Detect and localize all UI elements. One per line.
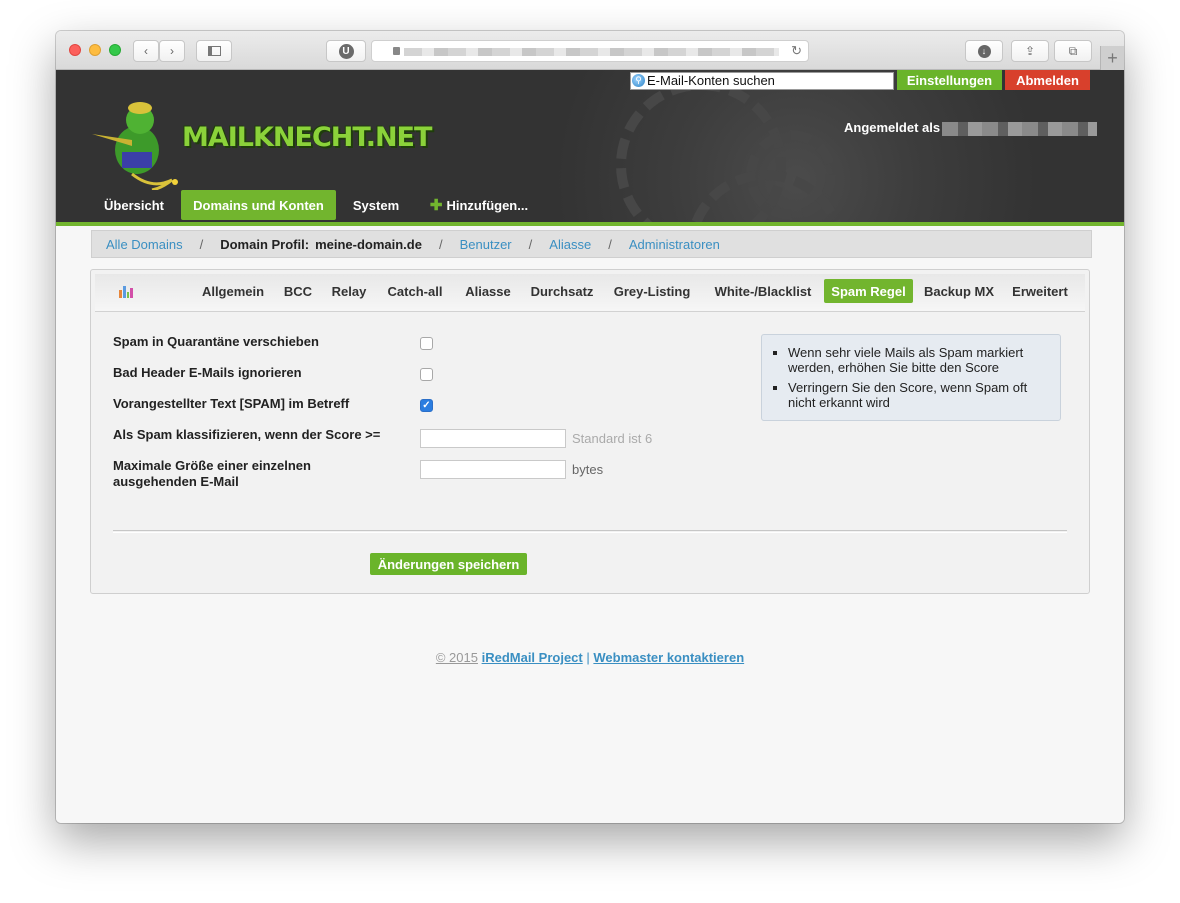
site-logo[interactable]: MAILKNECHT.NET	[92, 90, 432, 190]
logged-in-label: Angemeldet als	[844, 120, 941, 135]
tabs-overview-button[interactable]: ⧉	[1054, 40, 1092, 62]
spam-score-label: Als Spam klassifizieren, wenn der Score …	[113, 427, 381, 442]
downloads-button[interactable]: ↓	[965, 40, 1003, 62]
share-icon: ⇪	[1024, 44, 1036, 58]
quarantine-label: Spam in Quarantäne verschieben	[113, 334, 319, 349]
footer-project-link[interactable]: iRedMail Project	[482, 650, 583, 665]
address-bar[interactable]: ↻	[371, 40, 809, 62]
spam-score-input[interactable]	[420, 429, 566, 448]
save-changes-button[interactable]: Änderungen speichern	[370, 553, 527, 575]
settings-tabs: Allgemein BCC Relay Catch-all Aliasse Du…	[95, 274, 1085, 312]
nav-domains-accounts[interactable]: Domains und Konten	[181, 190, 336, 220]
browser-toolbar: ‹ › U ↻ ↓ ⇪ ⧉ +	[56, 31, 1124, 70]
breadcrumb-users[interactable]: Benutzer	[460, 237, 512, 252]
site-footer: © 2015 iRedMail Project | Webmaster kont…	[56, 650, 1124, 665]
browser-window: ‹ › U ↻ ↓ ⇪ ⧉ + ⚲ E-Mail-Konten suchen E…	[56, 31, 1124, 823]
breadcrumb-admins[interactable]: Administratoren	[629, 237, 720, 252]
chevron-left-icon: ‹	[144, 44, 148, 58]
tab-backup-mx[interactable]: Backup MX	[921, 279, 997, 303]
spam-score-hint: Standard ist 6	[572, 431, 653, 446]
breadcrumb-all-domains[interactable]: Alle Domains	[106, 237, 183, 252]
tab-advanced[interactable]: Erweitert	[1007, 279, 1073, 303]
max-size-unit: bytes	[572, 462, 604, 477]
max-size-label-line1: Maximale Größe einer einzelnen	[113, 458, 311, 473]
reload-icon[interactable]: ↻	[791, 43, 802, 59]
breadcrumb-aliases[interactable]: Aliasse	[549, 237, 591, 252]
quarantine-checkbox[interactable]	[420, 337, 433, 350]
info-item: Verringern Sie den Score, wenn Spam oft …	[788, 380, 1050, 410]
extension-button[interactable]: U	[326, 40, 366, 62]
settings-button[interactable]: Einstellungen	[897, 70, 1002, 90]
back-button[interactable]: ‹	[133, 40, 159, 62]
sidebar-icon	[207, 46, 221, 56]
max-size-input[interactable]	[420, 460, 566, 479]
nav-add[interactable]: ✚ Hinzufügen...	[424, 190, 534, 220]
spam-prefix-label: Vorangestellter Text [SPAM] im Betreff	[113, 396, 350, 411]
chevron-right-icon: ›	[170, 44, 174, 58]
minimize-window-button[interactable]	[89, 44, 101, 56]
tab-white-blacklist[interactable]: White-/Blacklist	[707, 279, 819, 303]
logo-text: MAILKNECHT.NET	[182, 122, 432, 153]
footer-contact-link[interactable]: Webmaster kontaktieren	[593, 650, 744, 665]
breadcrumb-separator: /	[608, 236, 612, 252]
logged-in-user	[942, 121, 1098, 136]
nav-overview[interactable]: Übersicht	[96, 190, 172, 220]
footer-copyright: © 2015	[435, 650, 478, 665]
account-search-input[interactable]: ⚲ E-Mail-Konten suchen	[630, 72, 894, 90]
breadcrumb: Alle Domains / Domain Profil: meine-doma…	[91, 230, 1092, 258]
tab-general[interactable]: Allgemein	[195, 279, 271, 303]
nav-system[interactable]: System	[346, 190, 406, 220]
footer-separator: |	[586, 650, 590, 665]
lock-icon	[393, 47, 400, 55]
plus-icon: ✚	[429, 197, 443, 214]
bar-chart-icon	[119, 284, 133, 298]
tab-throughput[interactable]: Durchsatz	[527, 279, 597, 303]
breadcrumb-domain-name: meine-domain.de	[315, 236, 422, 252]
breadcrumb-separator: /	[438, 236, 443, 252]
download-icon: ↓	[977, 44, 991, 58]
tab-aliases[interactable]: Aliasse	[459, 279, 517, 303]
nav-add-label: Hinzufügen...	[446, 197, 529, 213]
zoom-window-button[interactable]	[109, 44, 121, 56]
close-window-button[interactable]	[69, 44, 81, 56]
forward-button[interactable]: ›	[159, 40, 185, 62]
extension-icon: U	[338, 43, 354, 59]
sidebar-button[interactable]	[196, 40, 232, 62]
breadcrumb-separator: /	[528, 236, 533, 252]
logout-button[interactable]: Abmelden	[1005, 70, 1090, 90]
tabs-icon: ⧉	[1068, 43, 1078, 58]
search-icon: ⚲	[632, 74, 645, 87]
tab-spam-rule[interactable]: Spam Regel	[824, 279, 913, 303]
page: ⚲ E-Mail-Konten suchen Einstellungen Abm…	[56, 70, 1124, 823]
breadcrumb-domain-profile-label: Domain Profil:	[220, 236, 310, 252]
domain-settings-panel: Allgemein BCC Relay Catch-all Aliasse Du…	[90, 269, 1090, 594]
tab-catch-all[interactable]: Catch-all	[383, 279, 447, 303]
tab-relay[interactable]: Relay	[327, 279, 371, 303]
tab-grey-listing[interactable]: Grey-Listing	[607, 279, 697, 303]
site-header: ⚲ E-Mail-Konten suchen Einstellungen Abm…	[56, 70, 1124, 226]
tab-bcc[interactable]: BCC	[281, 279, 315, 303]
info-item: Wenn sehr viele Mails als Spam markiert …	[788, 345, 1050, 375]
new-tab-button[interactable]: +	[1100, 46, 1124, 70]
bad-header-label: Bad Header E-Mails ignorieren	[113, 365, 302, 380]
max-size-label-line2: ausgehenden E-Mail	[113, 474, 239, 489]
breadcrumb-separator: /	[199, 236, 204, 252]
logged-in-info: Angemeldet als	[844, 120, 1098, 136]
spam-prefix-checkbox[interactable]: ✓	[420, 399, 433, 412]
form-divider	[113, 530, 1067, 533]
bad-header-checkbox[interactable]	[420, 368, 433, 381]
url-text	[404, 48, 779, 56]
spam-info-box: Wenn sehr viele Mails als Spam markiert …	[761, 334, 1061, 421]
max-size-label: Maximale Größe einer einzelnen ausgehend…	[113, 458, 311, 490]
plus-icon: +	[1107, 47, 1118, 68]
search-placeholder: E-Mail-Konten suchen	[647, 73, 775, 88]
share-button[interactable]: ⇪	[1011, 40, 1049, 62]
